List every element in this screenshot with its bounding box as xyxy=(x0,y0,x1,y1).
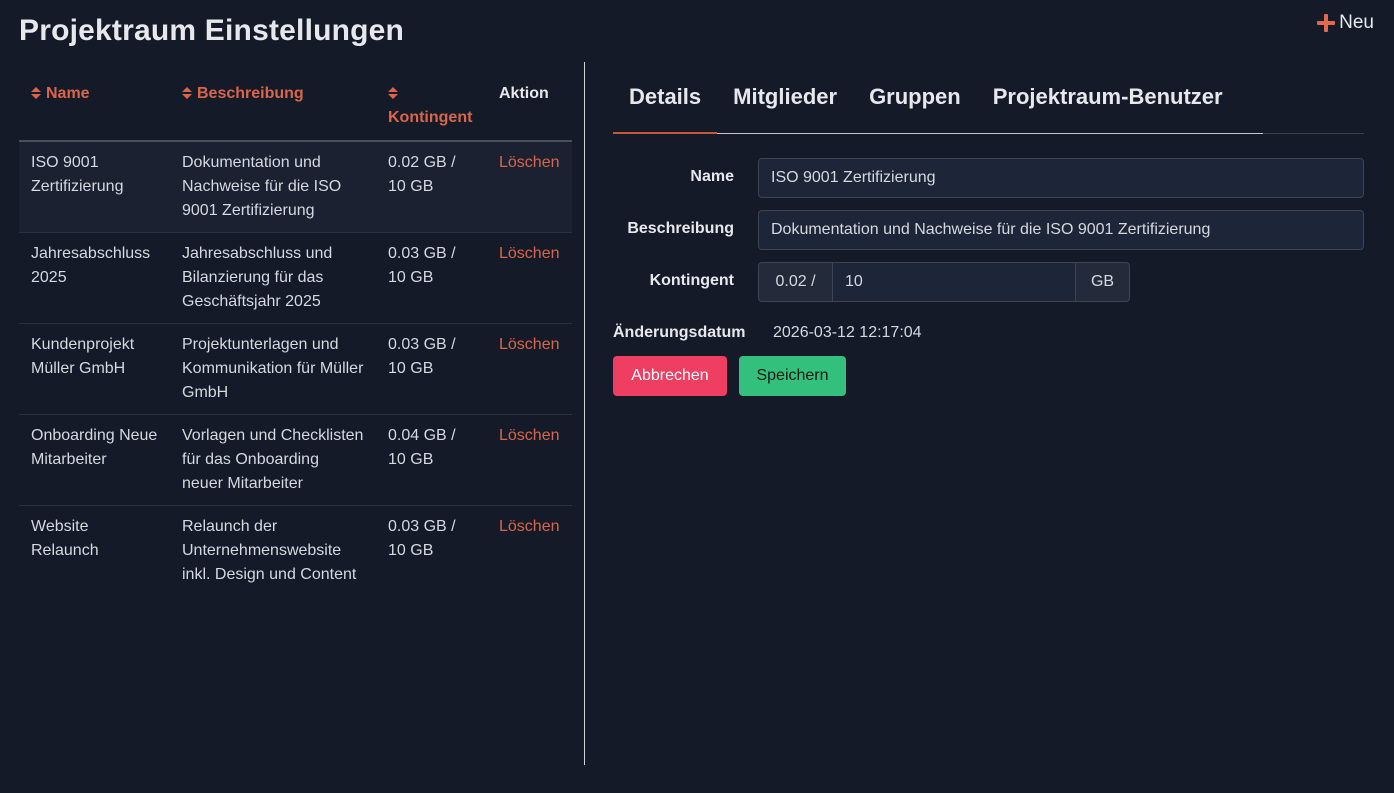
pane-divider xyxy=(584,62,585,765)
sort-icon xyxy=(388,87,398,99)
new-button[interactable]: Neu xyxy=(1317,12,1374,34)
cell-name: Kundenprojekt Müller GmbH xyxy=(19,323,170,415)
cell-quota: 0.02 GB / 10 GB xyxy=(376,141,487,233)
cell-description: Relaunch der Unternehmenswebsite inkl. D… xyxy=(182,518,357,583)
cell-quota: 0.04 GB / 10 GB xyxy=(376,414,487,506)
quota-input[interactable] xyxy=(833,262,1075,302)
table-row[interactable]: ISO 9001 Zertifizierung Dokumentation un… xyxy=(19,141,572,233)
description-label: Beschreibung xyxy=(627,220,734,237)
cell-quota: 0.03 GB / 10 GB xyxy=(376,323,487,415)
sort-icon xyxy=(31,87,41,99)
table-row[interactable]: Onboarding Neue Mitarbeiter Vorlagen und… xyxy=(19,414,572,506)
delete-link[interactable]: Löschen xyxy=(487,506,572,597)
plus-icon xyxy=(1317,14,1336,32)
delete-link[interactable]: Löschen xyxy=(487,414,572,506)
save-button[interactable]: Speichern xyxy=(739,356,846,396)
page: Projektraum Einstellungen Neu Name Besch… xyxy=(0,0,1394,793)
table-row[interactable]: Website Relaunch Relaunch der Unternehme… xyxy=(19,506,572,597)
name-label: Name xyxy=(690,168,734,185)
tab-details[interactable]: Details xyxy=(613,62,718,134)
delete-link[interactable]: Löschen xyxy=(487,323,572,415)
modified-value: 2026-03-12 12:17:04 xyxy=(773,324,922,341)
cell-description: Projektunterlagen und Kommunikation für … xyxy=(170,323,376,415)
modified-label: Änderungsdatum xyxy=(613,324,746,341)
quota-unit: GB xyxy=(1075,262,1130,302)
name-row: Name xyxy=(613,158,1364,198)
table-header-row: Name Beschreibung Kontingent Aktion xyxy=(19,62,572,142)
column-header-label: Beschreibung xyxy=(197,85,304,102)
tab-bar: Details Mitglieder Gruppen Projektraum-B… xyxy=(613,62,1364,134)
quota-label: Kontingent xyxy=(649,272,734,289)
tab-members[interactable]: Mitglieder xyxy=(717,62,853,133)
details-panel: Details Mitglieder Gruppen Projektraum-B… xyxy=(613,62,1364,396)
tab-projectspace-users[interactable]: Projektraum-Benutzer xyxy=(977,62,1239,133)
table-row[interactable]: Jahresabschluss 2025 Jahresabschluss und… xyxy=(19,232,572,324)
table-row[interactable]: Kundenprojekt Müller GmbH Projektunterla… xyxy=(19,323,572,415)
cell-name: Website Relaunch xyxy=(31,518,99,559)
column-header-action: Aktion xyxy=(487,62,572,142)
name-input[interactable] xyxy=(758,158,1364,198)
cell-description: Jahresabschluss und Bilanzierung für das… xyxy=(170,232,376,324)
cell-name: ISO 9001 Zertifizierung xyxy=(19,141,170,233)
column-header-quota[interactable]: Kontingent xyxy=(376,62,487,142)
quota-input-group: 0.02 / GB xyxy=(758,262,1130,302)
cell-name: Onboarding Neue Mitarbeiter xyxy=(19,414,170,506)
projectspace-table-panel: Name Beschreibung Kontingent Aktion ISO … xyxy=(19,62,572,596)
quota-row: Kontingent 0.02 / GB xyxy=(613,262,1364,302)
column-header-name[interactable]: Name xyxy=(19,62,170,142)
tab-bar-underline xyxy=(1263,133,1364,134)
cell-description: Vorlagen und Checklisten für das Onboard… xyxy=(170,414,376,506)
column-header-label: Name xyxy=(46,85,90,102)
column-header-description[interactable]: Beschreibung xyxy=(170,62,376,142)
sort-icon xyxy=(182,87,192,99)
tab-groups[interactable]: Gruppen xyxy=(853,62,977,133)
projectspace-table: Name Beschreibung Kontingent Aktion ISO … xyxy=(19,62,572,596)
page-title: Projektraum Einstellungen xyxy=(19,14,405,47)
description-input[interactable] xyxy=(758,210,1364,250)
cell-quota: 0.03 GB / 10 GB xyxy=(376,232,487,324)
delete-link[interactable]: Löschen xyxy=(487,232,572,324)
quota-used: 0.02 / xyxy=(758,262,833,302)
cell-description: Dokumentation und Nachweise für die ISO … xyxy=(170,141,376,233)
cell-name: Jahresabschluss 2025 xyxy=(19,232,170,324)
delete-link[interactable]: Löschen xyxy=(487,141,572,233)
column-header-label: Kontingent xyxy=(388,109,473,126)
description-row: Beschreibung xyxy=(613,210,1364,250)
cancel-button[interactable]: Abbrechen xyxy=(613,356,727,396)
new-button-label: Neu xyxy=(1339,12,1374,33)
cell-quota: 0.03 GB / 10 GB xyxy=(388,518,456,559)
